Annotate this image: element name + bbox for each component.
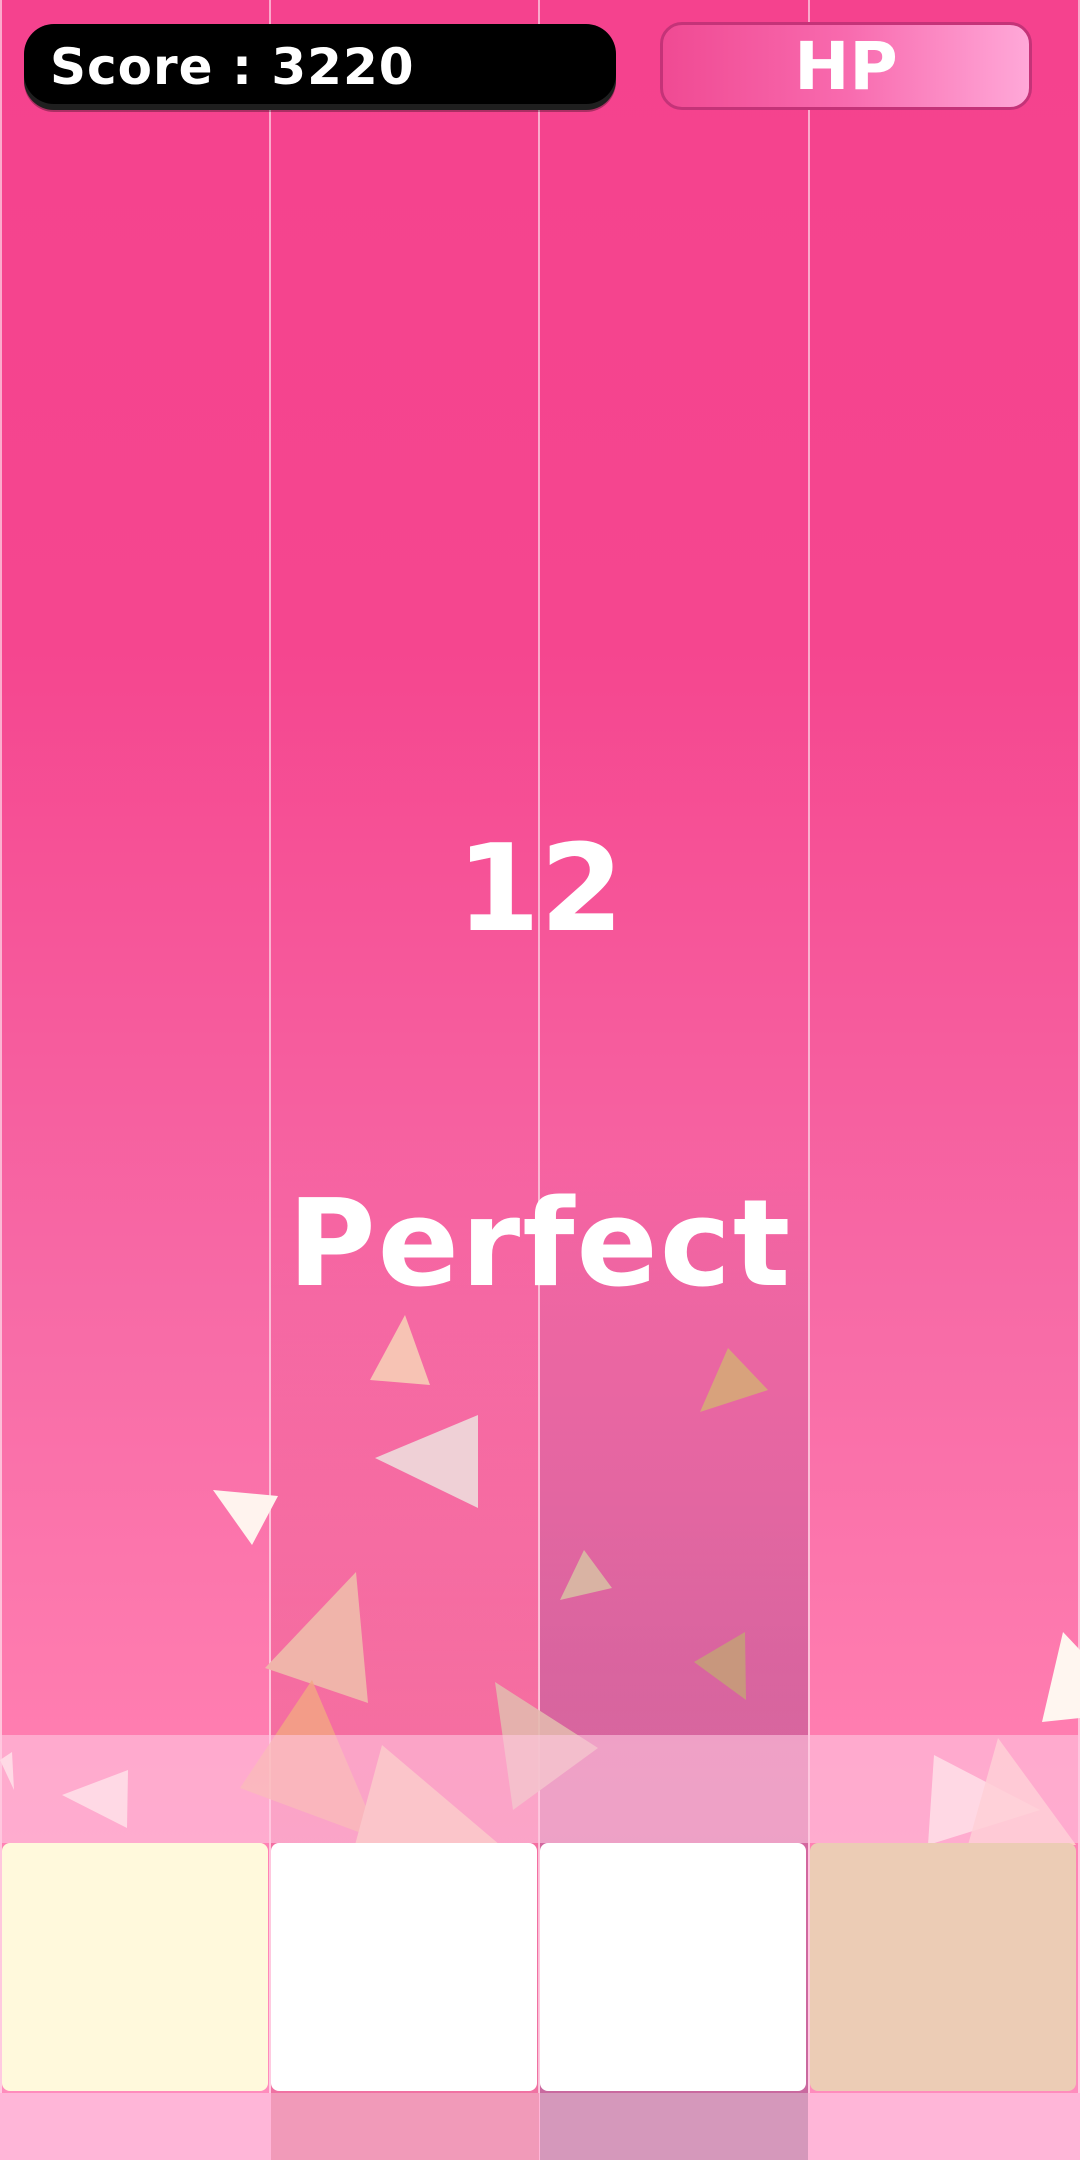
bottom-strip-lane-3 <box>540 2093 808 2160</box>
judgement-text: Perfect <box>287 1175 793 1314</box>
lane-key-1[interactable] <box>2 1843 268 2091</box>
hit-zone <box>0 1735 1080 1843</box>
bottom-strip-lane-2 <box>271 2093 539 2160</box>
lane-key-2[interactable] <box>271 1843 537 2091</box>
bottom-strip <box>0 2093 1080 2160</box>
combo-counter: 12 <box>456 820 624 959</box>
game-stage: Score : 3220 HP 12 Perfect <box>0 0 1080 2160</box>
hp-label: HP <box>794 27 898 105</box>
shard <box>1042 1632 1080 1722</box>
score-text: Score : 3220 <box>50 38 415 96</box>
lane-key-3[interactable] <box>540 1843 806 2091</box>
hp-bar: HP <box>660 22 1032 110</box>
score-display: Score : 3220 <box>24 24 616 110</box>
lane-key-4[interactable] <box>810 1843 1076 2091</box>
